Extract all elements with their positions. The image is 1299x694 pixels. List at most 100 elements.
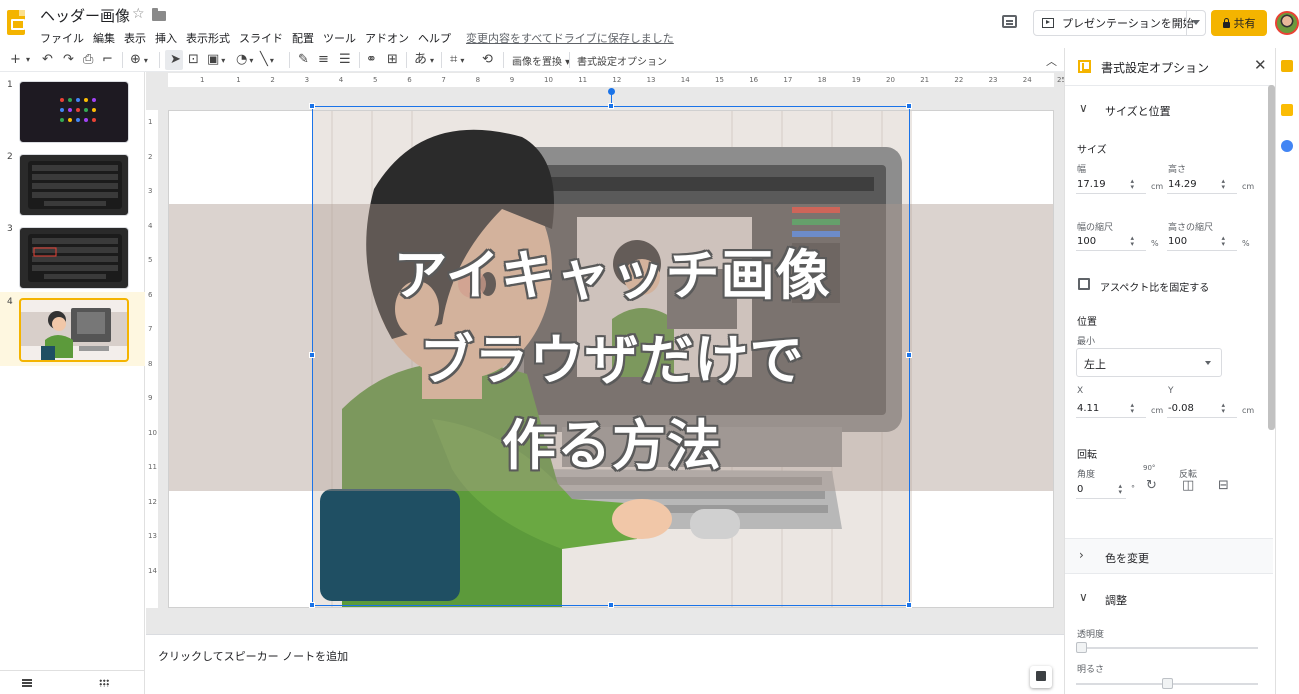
size-position-section-header[interactable]: ∨ サイズと位置 bbox=[1065, 92, 1273, 128]
menu-item[interactable]: スライド bbox=[239, 30, 283, 46]
slide-thumbnail-2[interactable] bbox=[19, 154, 129, 216]
width-input[interactable]: 17.19 ▴ ▾ bbox=[1076, 176, 1146, 194]
new-slide-button[interactable]: + bbox=[10, 52, 21, 68]
slide-thumbnail-3[interactable] bbox=[19, 227, 129, 289]
folder-icon[interactable] bbox=[152, 8, 166, 21]
line-icon[interactable]: ╲ ▾ bbox=[260, 52, 274, 68]
ruler-tick-label: 14 bbox=[148, 566, 157, 575]
brightness-slider-knob[interactable] bbox=[1161, 678, 1173, 689]
collapse-toolbar-chevron-icon[interactable]: ︿ bbox=[1046, 53, 1057, 69]
filmstrip-view-icon[interactable] bbox=[22, 679, 32, 687]
menu-item[interactable]: 編集 bbox=[93, 30, 115, 46]
input-tools-label: あ bbox=[414, 52, 428, 67]
chevron-down-icon bbox=[1205, 361, 1211, 365]
width-scale-input[interactable]: 100 ▴ ▾ bbox=[1076, 233, 1146, 251]
star-icon[interactable]: ☆ bbox=[132, 6, 145, 22]
height-value: 14.29 bbox=[1168, 179, 1197, 190]
slide-thumbnail-1[interactable] bbox=[19, 81, 129, 143]
speaker-notes[interactable]: クリックしてスピーカー ノートを追加 bbox=[146, 638, 1064, 694]
width-stepper-icon[interactable]: ▴ ▾ bbox=[1130, 178, 1134, 191]
ruler-tick-label: 21 bbox=[920, 76, 930, 84]
slide-thumbnail-4[interactable] bbox=[19, 298, 129, 362]
title-line-2[interactable]: ブラウザだけで bbox=[169, 316, 1053, 395]
menu-item[interactable]: 表示 bbox=[124, 30, 146, 46]
link-icon[interactable]: ⚭ bbox=[366, 52, 377, 68]
height-scale-input[interactable]: 100 ▴ ▾ bbox=[1167, 233, 1237, 251]
menu-item[interactable]: アドオン bbox=[365, 30, 409, 46]
transparency-slider-knob[interactable] bbox=[1076, 642, 1087, 653]
border-color-icon[interactable]: ✎ bbox=[298, 52, 309, 68]
menu-item[interactable]: 表示形式 bbox=[186, 30, 230, 46]
border-weight-icon[interactable]: ≡ bbox=[318, 52, 329, 68]
border-dash-icon[interactable]: ☰ bbox=[339, 52, 351, 68]
height-scale-unit: % bbox=[1242, 239, 1250, 248]
width-label: 幅 bbox=[1077, 165, 1087, 175]
ruler-tick-label: 5 bbox=[373, 76, 378, 84]
slides-logo-icon[interactable] bbox=[7, 10, 25, 35]
recolor-section-header[interactable]: › 色を変更 bbox=[1065, 538, 1273, 574]
menu-item[interactable]: ヘルプ bbox=[418, 30, 451, 46]
lock-aspect-checkbox[interactable] bbox=[1078, 278, 1090, 290]
ruler-tick-label: 13 bbox=[148, 532, 157, 540]
calendar-icon[interactable] bbox=[1281, 140, 1293, 152]
shape-icon[interactable]: ◔ ▾ bbox=[236, 52, 253, 68]
height-scale-stepper-icon[interactable]: ▴ ▾ bbox=[1221, 235, 1225, 248]
height-stepper-icon[interactable]: ▴ ▾ bbox=[1221, 178, 1225, 191]
adjust-section-header[interactable]: ∨ 調整 bbox=[1065, 581, 1273, 617]
zoom-button[interactable]: ⊕ ▾ bbox=[130, 52, 148, 68]
app-icons-thumbnail bbox=[60, 98, 96, 122]
y-value: -0.08 bbox=[1168, 403, 1194, 414]
lock-aspect-label[interactable]: アスペクト比を固定する bbox=[1100, 279, 1209, 294]
brightness-slider[interactable] bbox=[1076, 678, 1258, 689]
speaker-notes-placeholder[interactable]: クリックしてスピーカー ノートを追加 bbox=[158, 648, 348, 664]
ruler-tick-label: 2 bbox=[148, 152, 153, 161]
panel-scrollbar[interactable] bbox=[1268, 85, 1275, 430]
menu-item[interactable]: ファイル bbox=[40, 30, 84, 46]
grid-view-icon[interactable] bbox=[99, 679, 109, 687]
height-input[interactable]: 14.29 ▴ ▾ bbox=[1167, 176, 1237, 194]
save-status[interactable]: 変更内容をすべてドライブに保存しました bbox=[466, 30, 674, 46]
title-line-3[interactable]: 作る方法 bbox=[169, 401, 1053, 480]
print-icon[interactable]: ⎙ bbox=[83, 52, 93, 68]
add-comment-icon[interactable]: ⊞ bbox=[387, 52, 398, 68]
close-icon[interactable]: ✕ bbox=[1254, 56, 1267, 74]
position-from-select[interactable]: 左上 bbox=[1076, 348, 1222, 377]
title-line-1[interactable]: アイキャッチ画像 bbox=[169, 231, 1053, 310]
document-title[interactable]: ヘッダー画像 bbox=[40, 5, 130, 26]
slide-canvas[interactable]: アイキャッチ画像 ブラウザだけで 作る方法 bbox=[168, 110, 1054, 608]
y-input[interactable]: -0.08 ▴ ▾ bbox=[1167, 400, 1237, 418]
undo-button[interactable]: ↶ bbox=[42, 52, 53, 68]
format-options-button[interactable]: 書式設定オプション bbox=[577, 53, 667, 68]
menu-item[interactable]: 配置 bbox=[292, 30, 314, 46]
angle-input[interactable]: 0 ▴ ▾ bbox=[1076, 481, 1126, 499]
input-tools-button[interactable]: あ ▾ bbox=[414, 52, 434, 68]
text-box-icon[interactable]: ⊡ bbox=[188, 52, 199, 68]
keep-icon[interactable] bbox=[1281, 60, 1293, 72]
flip-vertical-icon[interactable]: ⊟ bbox=[1218, 478, 1229, 493]
paint-format-icon[interactable]: ⌐ bbox=[102, 52, 113, 68]
insert-image-icon[interactable]: ▣ ▾ bbox=[207, 52, 225, 68]
reset-image-icon[interactable]: ⟲ bbox=[482, 52, 493, 68]
ruler-tick-label: 8 bbox=[148, 359, 153, 368]
explore-button[interactable] bbox=[1030, 666, 1052, 688]
new-slide-layout-chevron-icon[interactable]: ▾ bbox=[26, 52, 30, 68]
x-input[interactable]: 4.11 ▴ ▾ bbox=[1076, 400, 1146, 418]
tasks-icon[interactable] bbox=[1281, 104, 1293, 116]
comment-history-icon[interactable] bbox=[1002, 15, 1017, 28]
menu-item[interactable]: ツール bbox=[323, 30, 356, 46]
redo-button[interactable]: ↷ bbox=[63, 52, 74, 68]
flip-horizontal-icon[interactable]: ◫ bbox=[1182, 478, 1194, 493]
menu-item[interactable]: 挿入 bbox=[155, 30, 177, 46]
crop-icon[interactable]: ⌗ ▾ bbox=[450, 52, 464, 68]
present-button[interactable]: プレゼンテーションを開始 bbox=[1033, 10, 1206, 36]
avatar[interactable] bbox=[1275, 11, 1299, 35]
transparency-slider[interactable] bbox=[1076, 642, 1258, 653]
y-stepper-icon[interactable]: ▴ ▾ bbox=[1221, 402, 1225, 415]
present-dropdown-chevron-icon[interactable] bbox=[1192, 20, 1200, 25]
angle-stepper-icon[interactable]: ▴ ▾ bbox=[1118, 483, 1122, 496]
rotate-90-icon[interactable]: ↻ bbox=[1146, 478, 1157, 493]
width-scale-stepper-icon[interactable]: ▴ ▾ bbox=[1130, 235, 1134, 248]
x-stepper-icon[interactable]: ▴ ▾ bbox=[1130, 402, 1134, 415]
share-button[interactable]: 共有 bbox=[1211, 10, 1267, 36]
replace-image-button[interactable]: 画像を置換 ▾ bbox=[512, 53, 570, 68]
